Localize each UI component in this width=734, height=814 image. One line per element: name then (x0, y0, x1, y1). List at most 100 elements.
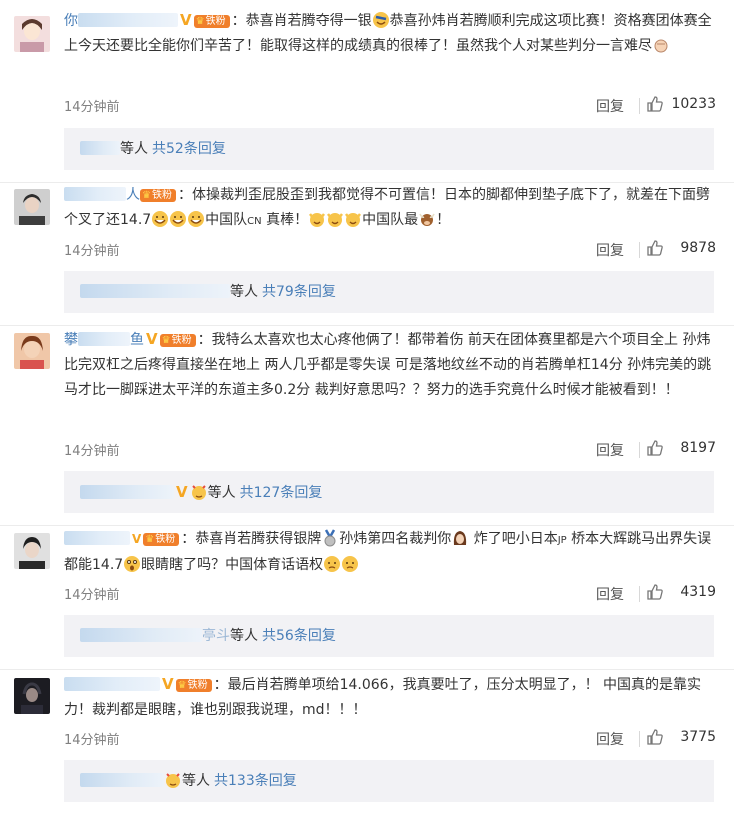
comment-body: 人 ♛铁粉 ：体操裁判歪屁股歪到我都觉得不可置信！日本的脚都伸到垫子底下了，就差在下… (64, 183, 720, 234)
comment-meta: 14分钟前 回复 9878 (64, 240, 716, 260)
divider (639, 731, 640, 747)
reply-button[interactable]: 回复 (596, 584, 624, 604)
username[interactable]: 人 (126, 187, 140, 203)
reply-users-suffix: 等人 (230, 628, 258, 644)
vip-badge: V (132, 532, 142, 546)
reply-users-blurred (80, 141, 120, 155)
girl-emoji-icon (451, 529, 469, 547)
reply-user-name: 亭斗 (202, 628, 230, 644)
cheer-emoji-icon (326, 210, 344, 228)
fan-badge: ♛铁粉 (193, 15, 230, 28)
heart-face-emoji-icon (164, 771, 182, 789)
reply-button[interactable]: 回复 (596, 240, 624, 260)
comment-body: 攀鱼 V ♛铁粉 ：我特么太喜欢也太心疼他俩了！都带着伤 前天在团体赛里都是六个项目全… (64, 327, 720, 403)
crown-icon: ♛ (161, 335, 171, 346)
cheer-emoji-icon (308, 210, 326, 228)
replies-summary[interactable]: 等人 共79条回复 (64, 271, 714, 313)
comment-text-part: 眼睛瞎了吗？中国体育话语权 (141, 557, 324, 573)
comment-text-part: 孙炜第四名裁判你 (339, 531, 452, 547)
timestamp: 14分钟前 (64, 444, 120, 459)
avatar[interactable] (14, 533, 50, 569)
timestamp: 14分钟前 (64, 733, 120, 748)
view-replies-link[interactable]: 共56条回复 (262, 628, 336, 644)
username[interactable]: 攀 (64, 332, 78, 348)
timestamp: 14分钟前 (64, 588, 120, 603)
username-blurred[interactable] (64, 531, 130, 545)
thumbs-up-icon[interactable] (646, 239, 664, 257)
crown-icon: ♛ (145, 534, 155, 545)
like-count[interactable]: 4319 (680, 584, 716, 600)
replies-summary[interactable]: 亭斗等人 共56条回复 (64, 615, 714, 657)
comment-meta: 14分钟前 回复 3775 (64, 729, 716, 749)
username-blurred[interactable] (78, 332, 130, 346)
avatar[interactable] (14, 678, 50, 714)
crown-icon: ♛ (142, 190, 151, 201)
username[interactable]: 你 (64, 13, 78, 29)
view-replies-link[interactable]: 共133条回复 (214, 773, 297, 789)
timestamp: 14分钟前 (64, 244, 120, 259)
view-replies-link[interactable]: 共127条回复 (240, 485, 323, 501)
reply-users-blurred (80, 485, 174, 499)
comment-meta: 14分钟前 回复 10233 (64, 96, 716, 116)
reply-button[interactable]: 回复 (596, 440, 624, 460)
shocked-emoji-icon (123, 555, 141, 573)
vip-badge: V (162, 675, 174, 693)
comment-meta: 14分钟前 回复 8197 (64, 440, 716, 460)
bull-emoji-icon (418, 210, 436, 228)
reply-users-blurred (80, 773, 164, 787)
vip-badge: V (146, 330, 158, 348)
view-replies-link[interactable]: 共52条回复 (152, 141, 226, 157)
like-count[interactable]: 9878 (680, 240, 716, 256)
avatar[interactable] (14, 16, 50, 52)
fist-emoji-icon (652, 36, 670, 54)
comment-text-part: 真棒！ (261, 212, 309, 228)
like-count[interactable]: 8197 (680, 440, 716, 456)
comment-text-part: 中国队 (205, 212, 248, 228)
thumbs-up-icon[interactable] (646, 728, 664, 746)
vip-badge: V (176, 483, 188, 501)
comment-body: 你 V ♛铁粉 ：恭喜肖若腾夺得一银 恭喜孙炜肖若腾顺利完成这项比赛！资格赛团体赛全上今… (64, 8, 720, 59)
thumbs-up-icon[interactable] (646, 95, 664, 113)
comment-text-part: 炸了吧小日本 (469, 531, 558, 547)
view-replies-link[interactable]: 共79条回复 (262, 284, 336, 300)
divider (639, 442, 640, 458)
fan-badge: ♛铁粉 (140, 189, 176, 202)
divider (639, 242, 640, 258)
username-blurred[interactable] (64, 187, 126, 201)
divider (639, 586, 640, 602)
crown-icon: ♛ (177, 680, 187, 691)
sad-emoji-icon (341, 555, 359, 573)
crown-icon: ♛ (195, 16, 205, 27)
comment-body: V ♛铁粉 ：恭喜肖若腾获得银牌 孙炜第四名裁判你 炸了吧小日本JP 桥本大辉跳马出界… (64, 527, 720, 578)
avatar[interactable] (14, 189, 50, 225)
divider (0, 525, 734, 526)
sad-emoji-icon (323, 555, 341, 573)
thumbs-up-icon[interactable] (646, 439, 664, 457)
username[interactable]: 鱼 (130, 332, 144, 348)
like-count[interactable]: 3775 (680, 729, 716, 745)
username-blurred[interactable] (64, 677, 160, 691)
cheer-emoji-icon (344, 210, 362, 228)
grin-emoji-icon (169, 210, 187, 228)
comment-meta: 14分钟前 回复 4319 (64, 584, 716, 604)
thumbs-up-icon[interactable] (646, 583, 664, 601)
replies-summary[interactable]: 等人 共52条回复 (64, 128, 714, 170)
reply-button[interactable]: 回复 (596, 96, 624, 116)
medal-emoji-icon (321, 529, 339, 547)
comment-text-part: ！ (436, 212, 451, 228)
replies-summary[interactable]: V 等人 共127条回复 (64, 471, 714, 513)
like-count[interactable]: 10233 (671, 96, 716, 112)
reply-button[interactable]: 回复 (596, 729, 624, 749)
fan-badge: ♛铁粉 (143, 533, 180, 546)
vip-badge: V (180, 11, 192, 29)
grin-emoji-icon (372, 11, 390, 29)
divider (0, 669, 734, 670)
username-blurred[interactable] (78, 13, 178, 27)
divider (639, 98, 640, 114)
comment-text-part: 中国队最 (362, 212, 419, 228)
replies-summary[interactable]: 等人 共133条回复 (64, 760, 714, 802)
fan-badge: ♛铁粉 (159, 334, 196, 347)
comment-text-part: ：恭喜肖若腾获得银牌 (181, 531, 322, 547)
avatar[interactable] (14, 333, 50, 369)
flag-label: CN (247, 216, 262, 227)
